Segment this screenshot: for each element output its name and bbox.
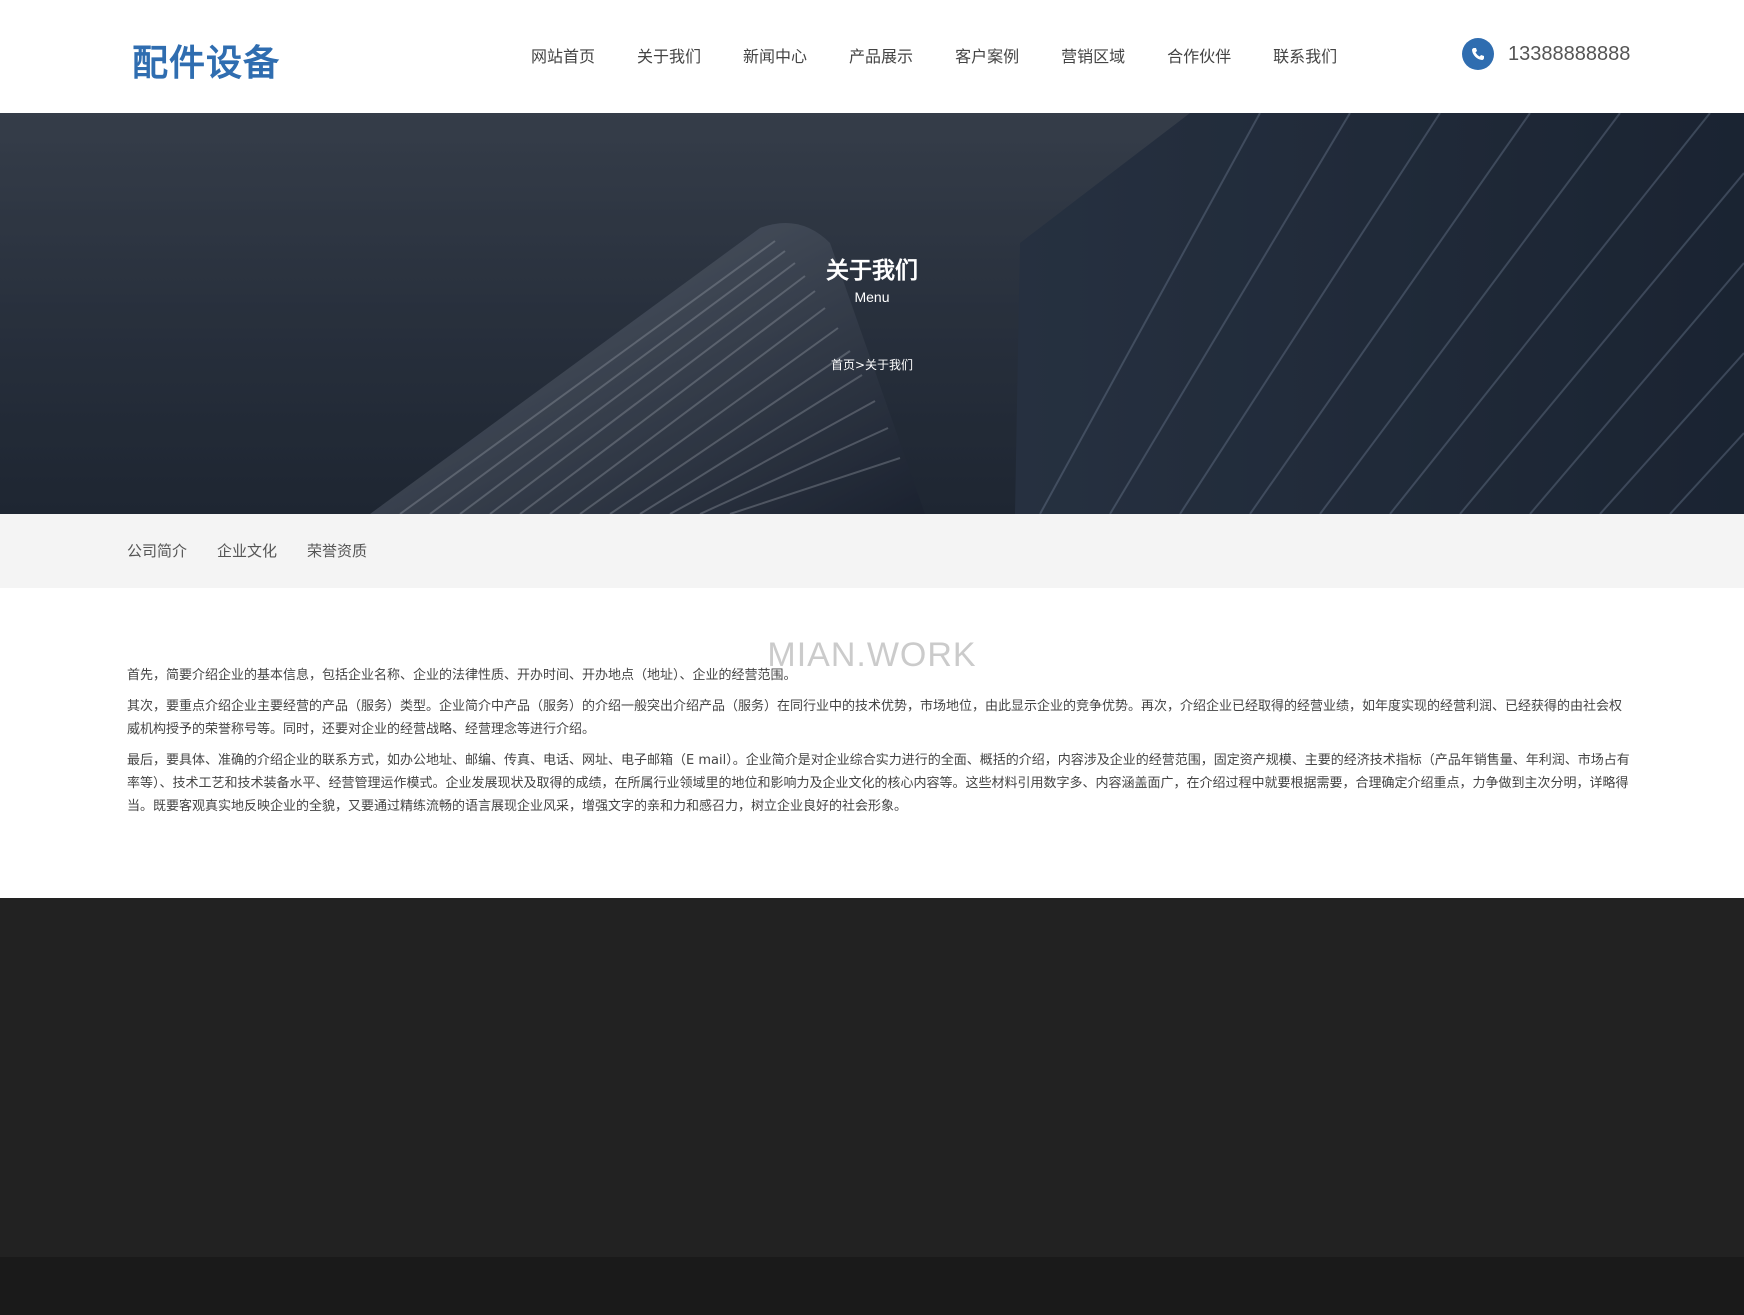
banner-subtitle: Menu — [854, 289, 890, 305]
banner-buildings — [0, 113, 1744, 514]
site-header: 配件设备 网站首页 关于我们 新闻中心 产品展示 客户案例 营销区域 合作伙伴 … — [0, 0, 1744, 113]
site-logo[interactable]: 配件设备 — [132, 34, 280, 86]
banner-title: 关于我们 — [826, 258, 918, 284]
content-paragraph: 最后，要具体、准确的介绍企业的联系方式，如办公地址、邮编、传真、电话、网址、电子… — [127, 753, 1630, 814]
nav-item-products[interactable]: 产品展示 — [828, 44, 934, 70]
page-banner: 关于我们 Menu 首页>关于我们 — [0, 113, 1744, 514]
phone-icon — [1462, 38, 1494, 70]
subnav-item-honors[interactable]: 荣誉资质 — [307, 540, 367, 561]
content-paragraph: 其次，要重点介绍企业主要经营的产品（服务）类型。企业简介中产品（服务）的介绍一般… — [127, 699, 1623, 737]
sub-nav: 公司简介 企业文化 荣誉资质 — [0, 514, 1744, 588]
subnav-item-company-profile[interactable]: 公司简介 — [127, 540, 187, 561]
nav-item-contact[interactable]: 联系我们 — [1252, 44, 1358, 70]
breadcrumb: 首页>关于我们 — [0, 356, 1744, 373]
site-footer — [0, 898, 1744, 1257]
nav-item-about[interactable]: 关于我们 — [616, 44, 722, 70]
breadcrumb-current[interactable]: 关于我们 — [865, 358, 913, 372]
main-content: 首先，简要介绍企业的基本信息，包括企业名称、企业的法律性质、开办时间、开办地点（… — [127, 664, 1630, 826]
content-paragraph: 首先，简要介绍企业的基本信息，包括企业名称、企业的法律性质、开办时间、开办地点（… — [127, 668, 797, 683]
subnav-item-culture[interactable]: 企业文化 — [217, 540, 277, 561]
main-nav: 网站首页 关于我们 新闻中心 产品展示 客户案例 营销区域 合作伙伴 联系我们 — [510, 44, 1358, 70]
footer-bottom-bar — [0, 1257, 1744, 1315]
breadcrumb-home[interactable]: 首页 — [831, 358, 855, 372]
nav-item-news[interactable]: 新闻中心 — [722, 44, 828, 70]
phone-number: 13388888888 — [1508, 42, 1631, 65]
nav-item-home[interactable]: 网站首页 — [510, 44, 616, 70]
header-phone: 13388888888 — [1462, 38, 1630, 70]
breadcrumb-separator: > — [854, 358, 866, 372]
nav-item-partners[interactable]: 合作伙伴 — [1146, 44, 1252, 70]
nav-item-cases[interactable]: 客户案例 — [934, 44, 1040, 70]
nav-item-regions[interactable]: 营销区域 — [1040, 44, 1146, 70]
